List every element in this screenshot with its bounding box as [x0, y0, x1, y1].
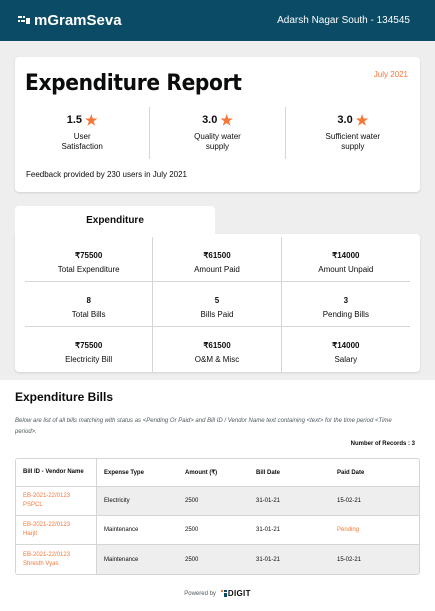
expenditure-summary-card: ₹75500 Total Expenditure ₹61500 Amount Pai…	[15, 234, 420, 372]
bill-id[interactable]: EB-2021-22/0123	[23, 551, 70, 560]
amount: 2500	[185, 497, 199, 504]
paid-date: 15-02-21	[337, 497, 362, 504]
vendor-name[interactable]: Harjit	[23, 530, 70, 539]
table-header-row: Bill ID - Vendor Name Expense Type Amoun…	[16, 459, 419, 486]
amount: 2500	[185, 526, 199, 533]
summary-label: Bills Paid	[200, 310, 234, 319]
summary-cell-total-bills: 8 Total Bills	[25, 282, 154, 327]
section-title: Expenditure Bills	[15, 390, 114, 404]
star-icon: ★	[220, 112, 233, 128]
summary-cell-om-misc: ₹61500 O&M & Misc	[153, 327, 282, 372]
digit-wordmark: DIGIT	[227, 589, 251, 598]
summary-label: Total Bills	[71, 310, 106, 319]
summary-value: ₹75500	[74, 251, 103, 260]
paid-date-pending: Pending	[337, 526, 360, 533]
vendor-name[interactable]: PSPCL	[23, 501, 70, 510]
column-header-paid-date[interactable]: Paid Date	[337, 459, 364, 486]
expense-type: Electricity	[104, 497, 130, 504]
table-row[interactable]: EB-2021-22/0123 Shresth Vyas Maintenance …	[16, 544, 419, 574]
bill-id[interactable]: EB-2021-22/0123	[23, 492, 70, 501]
row-divider	[16, 486, 419, 487]
summary-cell-salary: ₹14000 Salary	[282, 327, 410, 372]
bills-description: Below are list of all bills matching wit…	[15, 418, 392, 435]
summary-cell-amount-unpaid: ₹14000 Amount Unpaid	[281, 237, 410, 282]
summary-value: ₹61500	[203, 251, 231, 260]
footer: Powered by DIGIT	[0, 589, 435, 598]
summary-cell-total-expenditure: ₹75500 Total Expenditure	[25, 237, 154, 282]
summary-cell-pending-bills: 3 Pending Bills	[281, 282, 410, 327]
table-row[interactable]: EB-2021-22/0123 Harjit Maintenance 2500 3…	[16, 515, 419, 544]
column-header-bill-date[interactable]: Bill Date	[256, 459, 280, 486]
rating-label: supply	[341, 142, 365, 151]
rating-label: Quality water	[194, 132, 241, 141]
summary-cell-amount-paid: ₹61500 Amount Paid	[153, 237, 282, 282]
expense-type: Maintenance	[104, 526, 139, 533]
ratings-row: 1.5 ★ User Satisfaction 3.0 ★ Quality wa…	[15, 107, 420, 159]
summary-value: ₹14000	[332, 251, 360, 260]
summary-label: Amount Unpaid	[318, 265, 374, 274]
rating-sufficient-water-supply: 3.0 ★ Sufficient water supply	[286, 107, 420, 159]
summary-value: 5	[214, 296, 220, 305]
summary-label: Salary	[334, 355, 358, 364]
expenditure-bills-section: Expenditure Bills Below are list of all …	[0, 380, 435, 611]
column-header-bill-id[interactable]: Bill ID - Vendor Name	[16, 459, 97, 486]
column-header-amount[interactable]: Amount (₹)	[185, 459, 217, 486]
rating-value: 3.0	[337, 114, 353, 126]
rating-quality-water-supply: 3.0 ★ Quality water supply	[150, 107, 286, 159]
summary-label: O&M & Misc	[194, 355, 240, 364]
bill-date: 31-01-21	[256, 526, 281, 533]
digit-logo-icon	[220, 590, 227, 597]
bill-id-link[interactable]: EB-2021-22/0123 PSPCL	[16, 486, 97, 515]
summary-grid: ₹75500 Total Expenditure ₹61500 Amount Pai…	[25, 237, 410, 372]
column-header-expense-type[interactable]: Expense Type	[104, 459, 144, 486]
brand[interactable]: mGramSeva	[18, 12, 122, 29]
rating-label: User	[73, 132, 91, 141]
bill-id-link[interactable]: EB-2021-22/0123 Harjit	[16, 515, 97, 544]
rating-label: supply	[205, 142, 230, 151]
feedback-text: Feedback provided by 230 users in July 2…	[26, 170, 187, 179]
bill-id-link[interactable]: EB-2021-22/0123 Shresth Vyas	[16, 544, 97, 574]
digit-logo[interactable]: DIGIT	[220, 589, 251, 598]
location-selector[interactable]: Adarsh Nagar South - 134545	[277, 15, 410, 26]
summary-value: ₹75500	[74, 341, 103, 350]
report-summary-card: Expenditure Report July 2021 1.5 ★ User …	[15, 57, 420, 192]
summary-value: ₹61500	[203, 341, 231, 350]
mgramseva-logo-icon	[18, 16, 30, 24]
top-app-bar: mGramSeva Adarsh Nagar South - 134545	[0, 0, 435, 41]
rating-value: 1.5	[66, 114, 83, 126]
star-icon: ★	[85, 112, 98, 128]
star-icon: ★	[355, 112, 369, 128]
rating-user-satisfaction: 1.5 ★ User Satisfaction	[15, 107, 151, 159]
summary-cell-bills-paid: 5 Bills Paid	[153, 282, 282, 327]
bills-table: Bill ID - Vendor Name Expense Type Amoun…	[15, 458, 420, 575]
page-title: Expenditure Report	[25, 71, 242, 96]
row-divider	[16, 544, 419, 545]
bill-date: 31-01-21	[256, 497, 281, 504]
summary-value: 8	[86, 296, 91, 305]
summary-label: Electricity Bill	[65, 355, 113, 364]
rating-label: Sufficient water	[325, 132, 381, 141]
bill-id[interactable]: EB-2021-22/0123	[23, 521, 70, 530]
bill-date: 31-01-21	[256, 556, 281, 563]
paid-date: 15-02-21	[337, 556, 362, 563]
brand-name: mGramSeva	[34, 12, 122, 29]
summary-cell-electricity-bill: ₹75500 Electricity Bill	[25, 327, 154, 372]
rating-value: 3.0	[202, 114, 218, 126]
powered-by-text: Powered by	[184, 590, 216, 597]
report-month: July 2021	[373, 70, 408, 79]
summary-label: Pending Bills	[322, 310, 369, 319]
summary-value: 3	[343, 296, 349, 305]
row-divider	[16, 515, 419, 516]
table-row[interactable]: EB-2021-22/0123 PSPCL Electricity 2500 31…	[16, 486, 419, 515]
tab-expenditure[interactable]: Expenditure	[15, 206, 215, 234]
rating-label: Satisfaction	[61, 142, 103, 151]
amount: 2500	[185, 556, 199, 563]
records-count: Number of Records : 3	[350, 441, 415, 447]
vendor-name[interactable]: Shresth Vyas	[23, 560, 70, 569]
summary-label: Amount Paid	[194, 265, 240, 274]
summary-label: Total Expenditure	[57, 265, 120, 274]
expense-type: Maintenance	[104, 556, 139, 563]
summary-value: ₹14000	[332, 341, 360, 350]
